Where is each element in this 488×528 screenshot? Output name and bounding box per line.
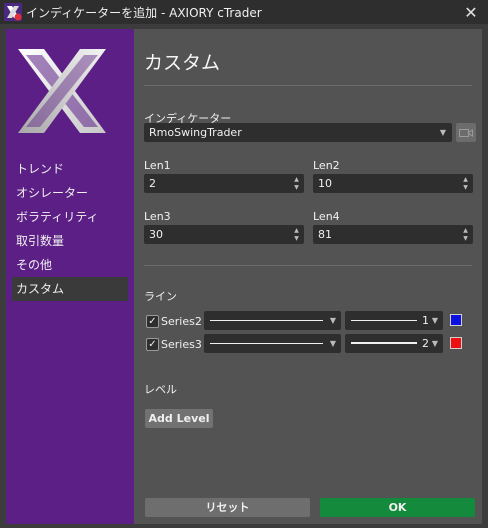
indicator-select[interactable]: RmoSwingTrader ▼	[144, 123, 452, 142]
series2-thickness-select[interactable]: 1 ▼	[345, 311, 443, 330]
divider	[144, 265, 472, 266]
ok-button[interactable]: OK	[320, 498, 475, 517]
len3-value: 30	[149, 228, 163, 241]
sidebar-item-volatility[interactable]: ボラティリティ	[6, 205, 134, 229]
spin-up-icon: ▲	[294, 176, 299, 183]
len3-input[interactable]: 30 ▲ ▼	[144, 225, 304, 244]
page-title: カスタム	[144, 52, 221, 74]
main-panel: カスタム インディケーター RmoSwingTrader ▼ Len1 2 ▲ ▼…	[134, 29, 482, 524]
spin-up-icon: ▲	[294, 227, 299, 234]
len4-value: 81	[318, 228, 332, 241]
len2-input[interactable]: 10 ▲ ▼	[313, 174, 473, 193]
series3-label: Series3	[161, 338, 202, 351]
video-camera-icon	[459, 128, 473, 137]
checkmark-icon: ✓	[148, 316, 157, 327]
series3-checkbox[interactable]: ✓	[146, 338, 159, 351]
thickness-preview	[351, 342, 417, 344]
series2-thickness-value: 1	[422, 314, 429, 327]
param-label-len4: Len4	[313, 210, 340, 223]
series3-thickness-select[interactable]: 2 ▼	[345, 334, 443, 353]
title-bar: インディケーターを追加 - AXIORY cTrader ✕	[0, 0, 488, 24]
category-nav: トレンド オシレーター ボラティリティ 取引数量 その他 カスタム	[6, 157, 134, 301]
len1-input[interactable]: 2 ▲ ▼	[144, 174, 304, 193]
line-style-preview	[210, 320, 323, 321]
snapshot-button[interactable]	[456, 123, 476, 142]
series3-thickness-value: 2	[422, 337, 429, 350]
len2-stepper[interactable]: ▲ ▼	[462, 176, 469, 191]
chevron-down-icon: ▼	[329, 339, 336, 348]
ctrader-app-icon	[4, 3, 22, 21]
line-style-preview	[210, 343, 323, 344]
levels-section-title: レベル	[144, 383, 177, 396]
close-button[interactable]: ✕	[454, 0, 488, 24]
param-label-len3: Len3	[144, 210, 171, 223]
sidebar-item-custom[interactable]: カスタム	[12, 277, 128, 301]
sidebar-item-oscillator[interactable]: オシレーター	[6, 181, 134, 205]
axiory-x-logo-icon	[18, 49, 106, 133]
spin-up-icon: ▲	[463, 176, 468, 183]
series3-color-swatch[interactable]	[450, 337, 462, 349]
len3-stepper[interactable]: ▲ ▼	[293, 227, 300, 242]
add-level-button[interactable]: Add Level	[145, 409, 213, 428]
sidebar-item-volume[interactable]: 取引数量	[6, 229, 134, 253]
spin-down-icon: ▼	[294, 184, 299, 191]
sidebar-item-other[interactable]: その他	[6, 253, 134, 277]
chevron-down-icon: ▼	[431, 339, 438, 348]
series2-color-swatch[interactable]	[450, 314, 462, 326]
thickness-preview	[351, 320, 417, 321]
checkmark-icon: ✓	[148, 339, 157, 350]
category-sidebar: トレンド オシレーター ボラティリティ 取引数量 その他 カスタム	[6, 29, 134, 524]
indicator-select-value: RmoSwingTrader	[149, 126, 242, 139]
spin-up-icon: ▲	[463, 227, 468, 234]
window-title: インディケーターを追加 - AXIORY cTrader	[26, 6, 262, 20]
chevron-down-icon: ▼	[329, 316, 336, 325]
spin-down-icon: ▼	[294, 235, 299, 242]
close-icon: ✕	[464, 2, 478, 22]
divider	[144, 85, 472, 86]
len1-stepper[interactable]: ▲ ▼	[293, 176, 300, 191]
reset-button[interactable]: リセット	[145, 498, 310, 517]
sidebar-item-trend[interactable]: トレンド	[6, 157, 134, 181]
series2-line-style-select[interactable]: ▼	[204, 311, 341, 330]
series2-label: Series2	[161, 315, 202, 328]
chevron-down-icon: ▼	[439, 128, 446, 137]
len4-input[interactable]: 81 ▲ ▼	[313, 225, 473, 244]
chevron-down-icon: ▼	[431, 316, 438, 325]
len1-value: 2	[149, 177, 156, 190]
series2-checkbox[interactable]: ✓	[146, 315, 159, 328]
spin-down-icon: ▼	[463, 235, 468, 242]
param-label-len1: Len1	[144, 159, 171, 172]
series3-line-style-select[interactable]: ▼	[204, 334, 341, 353]
len4-stepper[interactable]: ▲ ▼	[462, 227, 469, 242]
lines-section-title: ライン	[144, 290, 177, 303]
len2-value: 10	[318, 177, 332, 190]
spin-down-icon: ▼	[463, 184, 468, 191]
param-label-len2: Len2	[313, 159, 340, 172]
